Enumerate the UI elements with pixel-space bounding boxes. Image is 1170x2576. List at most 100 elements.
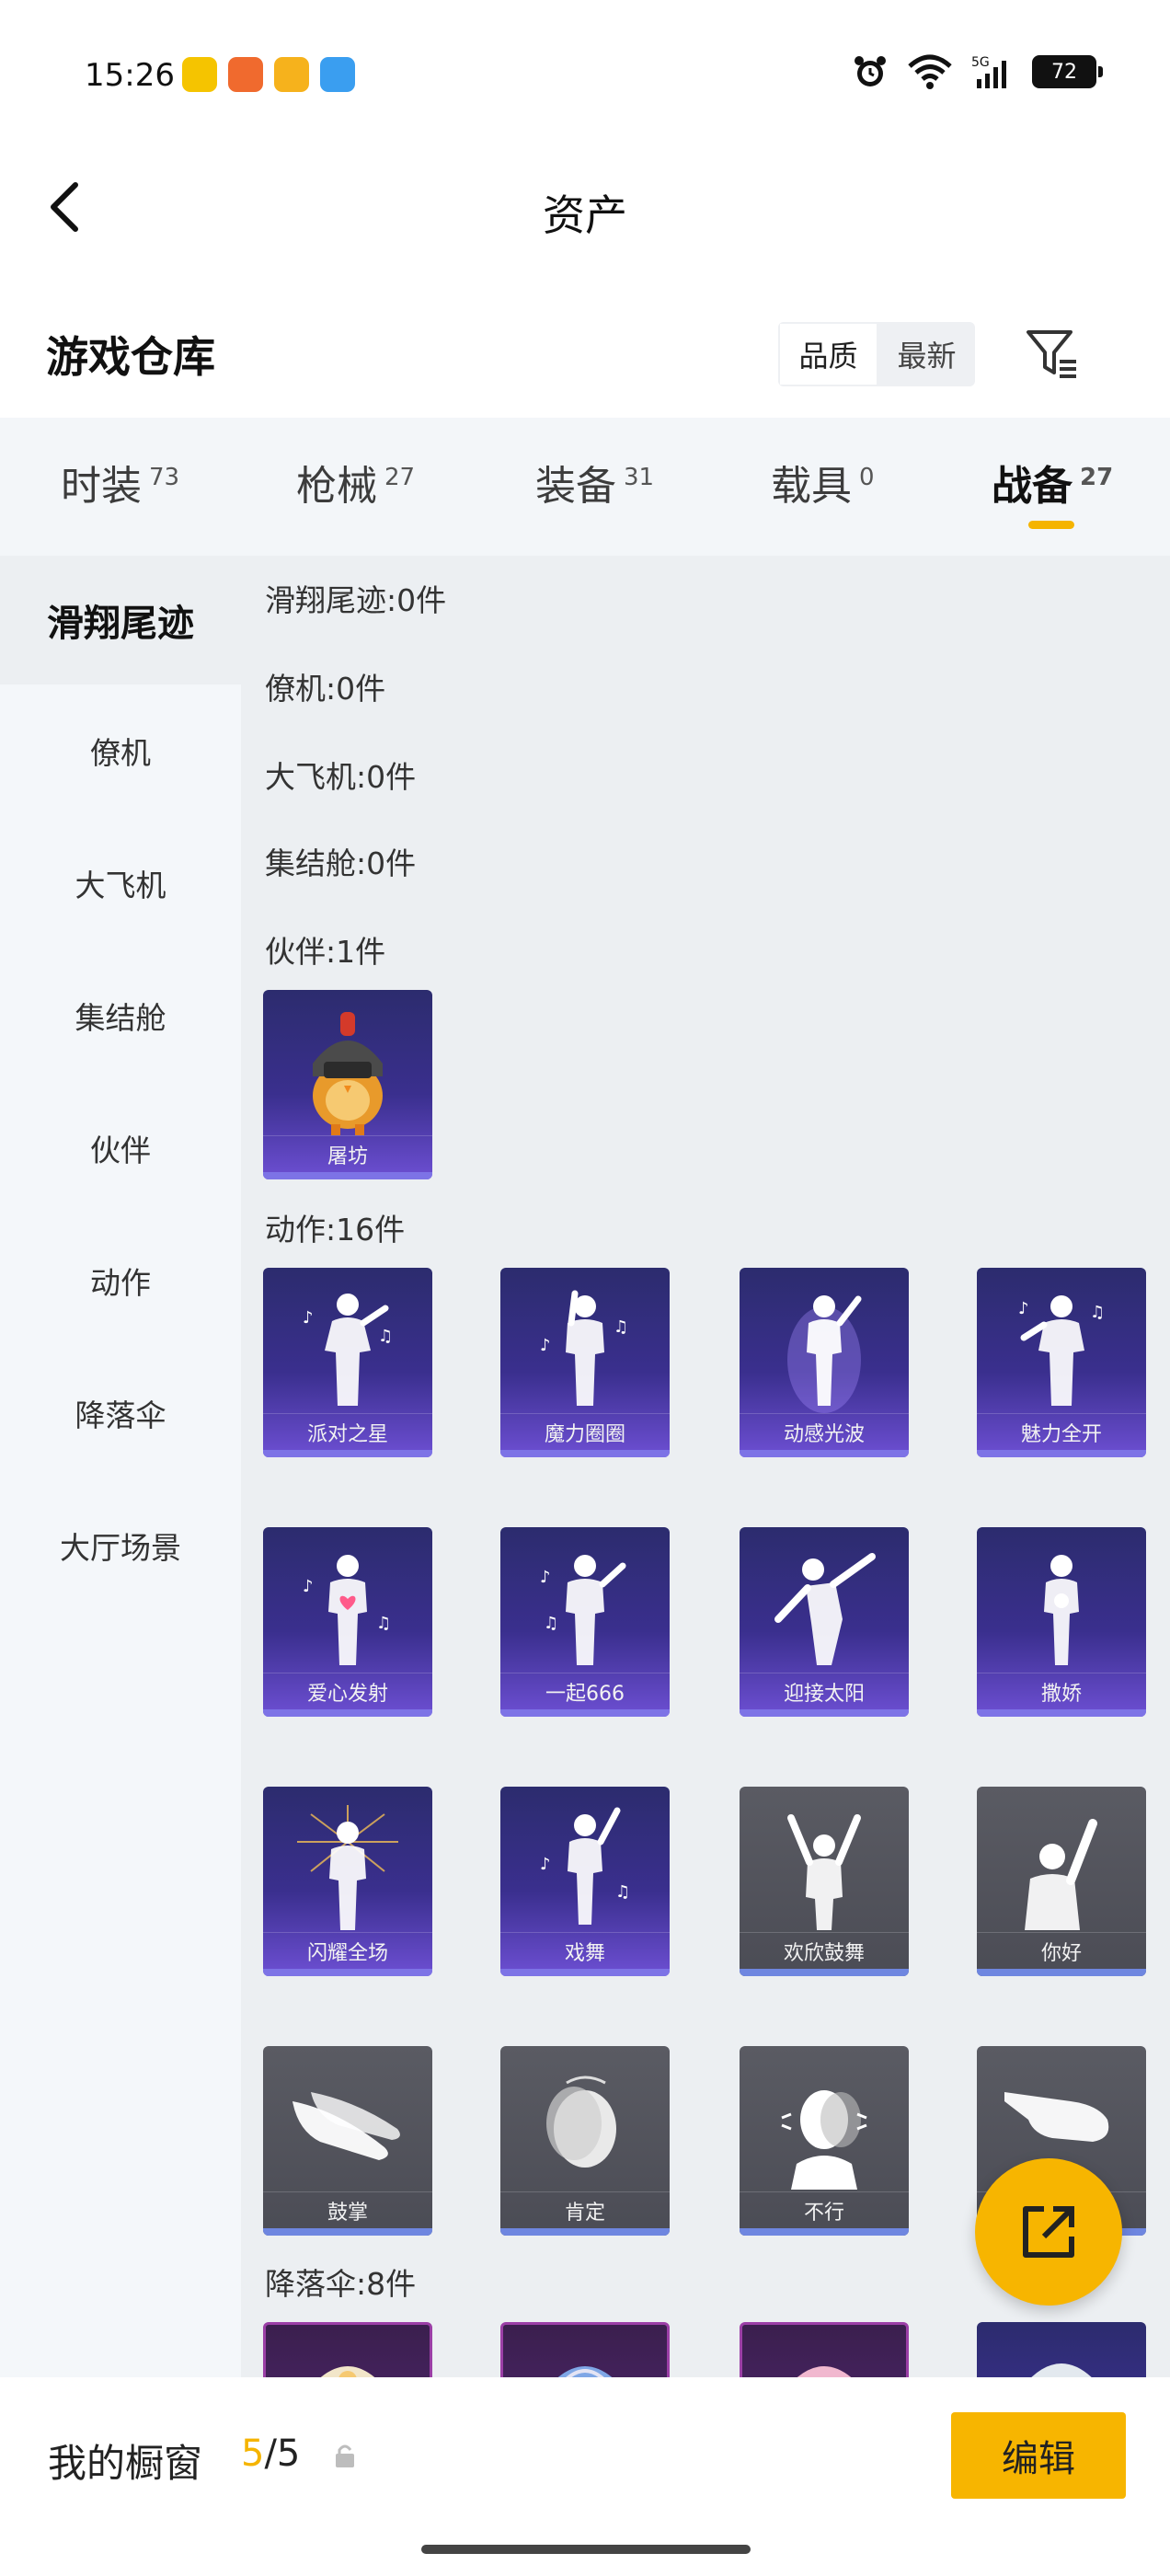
tab-count: 27 [1080, 464, 1114, 492]
card-caption: 你好 [977, 1932, 1146, 1969]
category-tabs: 时装 73 枪械 27 装备 31 载具 0 战备 27 [0, 418, 1170, 556]
sort-latest-button[interactable]: 最新 [878, 322, 975, 386]
card-rarity-bar [977, 1969, 1146, 1976]
showcase-count-total: /5 [264, 2432, 301, 2475]
filter-button[interactable] [1023, 322, 1082, 386]
action-card[interactable]: 撒娇 [977, 1527, 1146, 1717]
card-rarity-bar [740, 2228, 909, 2236]
app-notification-icon [320, 57, 355, 92]
action-card[interactable]: ♪ ♫ 魔力圈圈 [500, 1268, 670, 1457]
cheer-icon [787, 1814, 861, 1930]
card-rarity-bar [263, 2228, 432, 2236]
card-caption: 魔力圈圈 [500, 1413, 670, 1450]
svg-text:♪: ♪ [540, 1568, 551, 1587]
tab-count: 73 [149, 464, 180, 492]
sidebar-item-partner[interactable]: 伙伴 [0, 1082, 241, 1214]
tab-fashion[interactable]: 时装 73 [61, 453, 179, 512]
card-caption: 一起666 [500, 1673, 670, 1709]
parachute-icon [1031, 2363, 1092, 2377]
filter-icon [1027, 330, 1076, 378]
section-header: 游戏仓库 品质 最新 [0, 294, 1170, 414]
svg-text:♪: ♪ [303, 1308, 314, 1328]
sidebar-item-wingman[interactable]: 僚机 [0, 684, 241, 817]
svg-text:♪: ♪ [303, 1577, 314, 1596]
status-time: 15:26 [85, 57, 175, 94]
action-card[interactable]: 不行 [740, 2046, 909, 2236]
svg-text:♫: ♫ [615, 1882, 630, 1902]
card-rarity-bar [740, 1450, 909, 1457]
action-card[interactable]: 闪耀全场 [263, 1787, 432, 1976]
sidebar-item-glide-trail[interactable]: 滑翔尾迹 [0, 556, 241, 684]
share-fab-button[interactable] [975, 2158, 1122, 2306]
edit-button[interactable]: 编辑 [951, 2412, 1126, 2499]
sidebar-item-rally-pod[interactable]: 集结舱 [0, 949, 241, 1082]
lock-icon [336, 2444, 354, 2467]
parachute-card[interactable] [977, 2322, 1146, 2377]
action-card[interactable]: 动感光波 [740, 1268, 909, 1457]
group-label-parachute: 降落伞:8件 [265, 2266, 417, 2302]
dancer-icon: ♪♫ [540, 1807, 630, 1925]
action-card[interactable]: ♪ ♫ 爱心发射 [263, 1527, 432, 1717]
group-label-rally-pod: 集结舱:0件 [265, 845, 417, 881]
card-rarity-bar [977, 1450, 1146, 1457]
parachute-card[interactable] [740, 2322, 909, 2377]
action-card[interactable]: 肯定 [500, 2046, 670, 2236]
fireworks-dancer-icon [297, 1805, 398, 1930]
card-rarity-bar [500, 1450, 670, 1457]
tab-count: 0 [859, 464, 875, 492]
tab-equipment[interactable]: 装备 31 [535, 453, 654, 512]
bottom-bar: 我的橱窗 5/5 编辑 [0, 2377, 1170, 2576]
parachute-card[interactable] [263, 2322, 432, 2377]
card-caption: 屠坊 [263, 1135, 432, 1172]
card-caption: 鼓掌 [263, 2191, 432, 2228]
tab-count: 31 [624, 464, 655, 492]
card-rarity-bar [263, 1969, 432, 1976]
sidebar-item-lobby-scene[interactable]: 大厅场景 [0, 1479, 241, 1612]
card-caption: 派对之星 [263, 1413, 432, 1450]
active-tab-indicator [1028, 521, 1074, 529]
sort-quality-button[interactable]: 品质 [778, 322, 878, 386]
wave-icon [1025, 1819, 1097, 1930]
sidebar-item-parachute[interactable]: 降落伞 [0, 1347, 241, 1479]
action-card[interactable]: ♪ ♫ 魅力全开 [977, 1268, 1146, 1457]
action-card[interactable]: 鼓掌 [263, 2046, 432, 2236]
group-label-big-plane: 大飞机:0件 [265, 759, 417, 795]
section-title: 游戏仓库 [46, 332, 215, 382]
action-card[interactable]: 欢欣鼓舞 [740, 1787, 909, 1976]
tab-battle-prep[interactable]: 战备 27 [992, 453, 1113, 512]
action-card[interactable]: ♪ ♫ 一起666 [500, 1527, 670, 1717]
svg-text:5G: 5G [971, 55, 990, 70]
sidebar: 滑翔尾迹 僚机 大飞机 集结舱 伙伴 动作 降落伞 大厅场景 [0, 556, 241, 2377]
chick-helmet-icon [313, 1012, 383, 1135]
signal-icon: 5G [971, 55, 1006, 88]
svg-text:♪: ♪ [1018, 1299, 1029, 1318]
tab-firearms[interactable]: 枪械 27 [296, 453, 415, 512]
card-rarity-bar [500, 1969, 670, 1976]
sidebar-item-actions[interactable]: 动作 [0, 1214, 241, 1347]
parachute-icon [797, 2366, 852, 2377]
app-notification-icon [182, 57, 217, 92]
showcase-count-current: 5 [241, 2432, 265, 2475]
status-right: 5G 72 [852, 53, 1103, 90]
wifi-icon [908, 54, 952, 89]
sidebar-item-big-plane[interactable]: 大飞机 [0, 817, 241, 949]
app-notification-icon [274, 57, 309, 92]
tab-count: 27 [384, 464, 416, 492]
svg-text:♫: ♫ [378, 1327, 393, 1346]
card-rarity-bar [740, 1709, 909, 1717]
app-notification-icon [228, 57, 263, 92]
group-label-partner: 伙伴:1件 [265, 934, 386, 970]
action-card[interactable]: 迎接太阳 [740, 1527, 909, 1717]
action-card[interactable]: ♪ ♫ 派对之星 [263, 1268, 432, 1457]
card-rarity-bar [263, 1709, 432, 1717]
parachute-card[interactable] [500, 2322, 670, 2377]
nod-head-icon [546, 2076, 616, 2168]
action-card[interactable]: ♪ ♫ 戏舞 [500, 1787, 670, 1976]
group-label-wingman: 僚机:0件 [265, 671, 386, 707]
partner-card[interactable]: 屠坊 [263, 990, 432, 1179]
card-caption: 欢欣鼓舞 [740, 1932, 909, 1969]
point-hand-icon [1004, 2092, 1109, 2142]
tab-vehicles[interactable]: 载具 0 [771, 453, 875, 512]
svg-text:♫: ♫ [1090, 1303, 1105, 1322]
action-card[interactable]: 你好 [977, 1787, 1146, 1976]
